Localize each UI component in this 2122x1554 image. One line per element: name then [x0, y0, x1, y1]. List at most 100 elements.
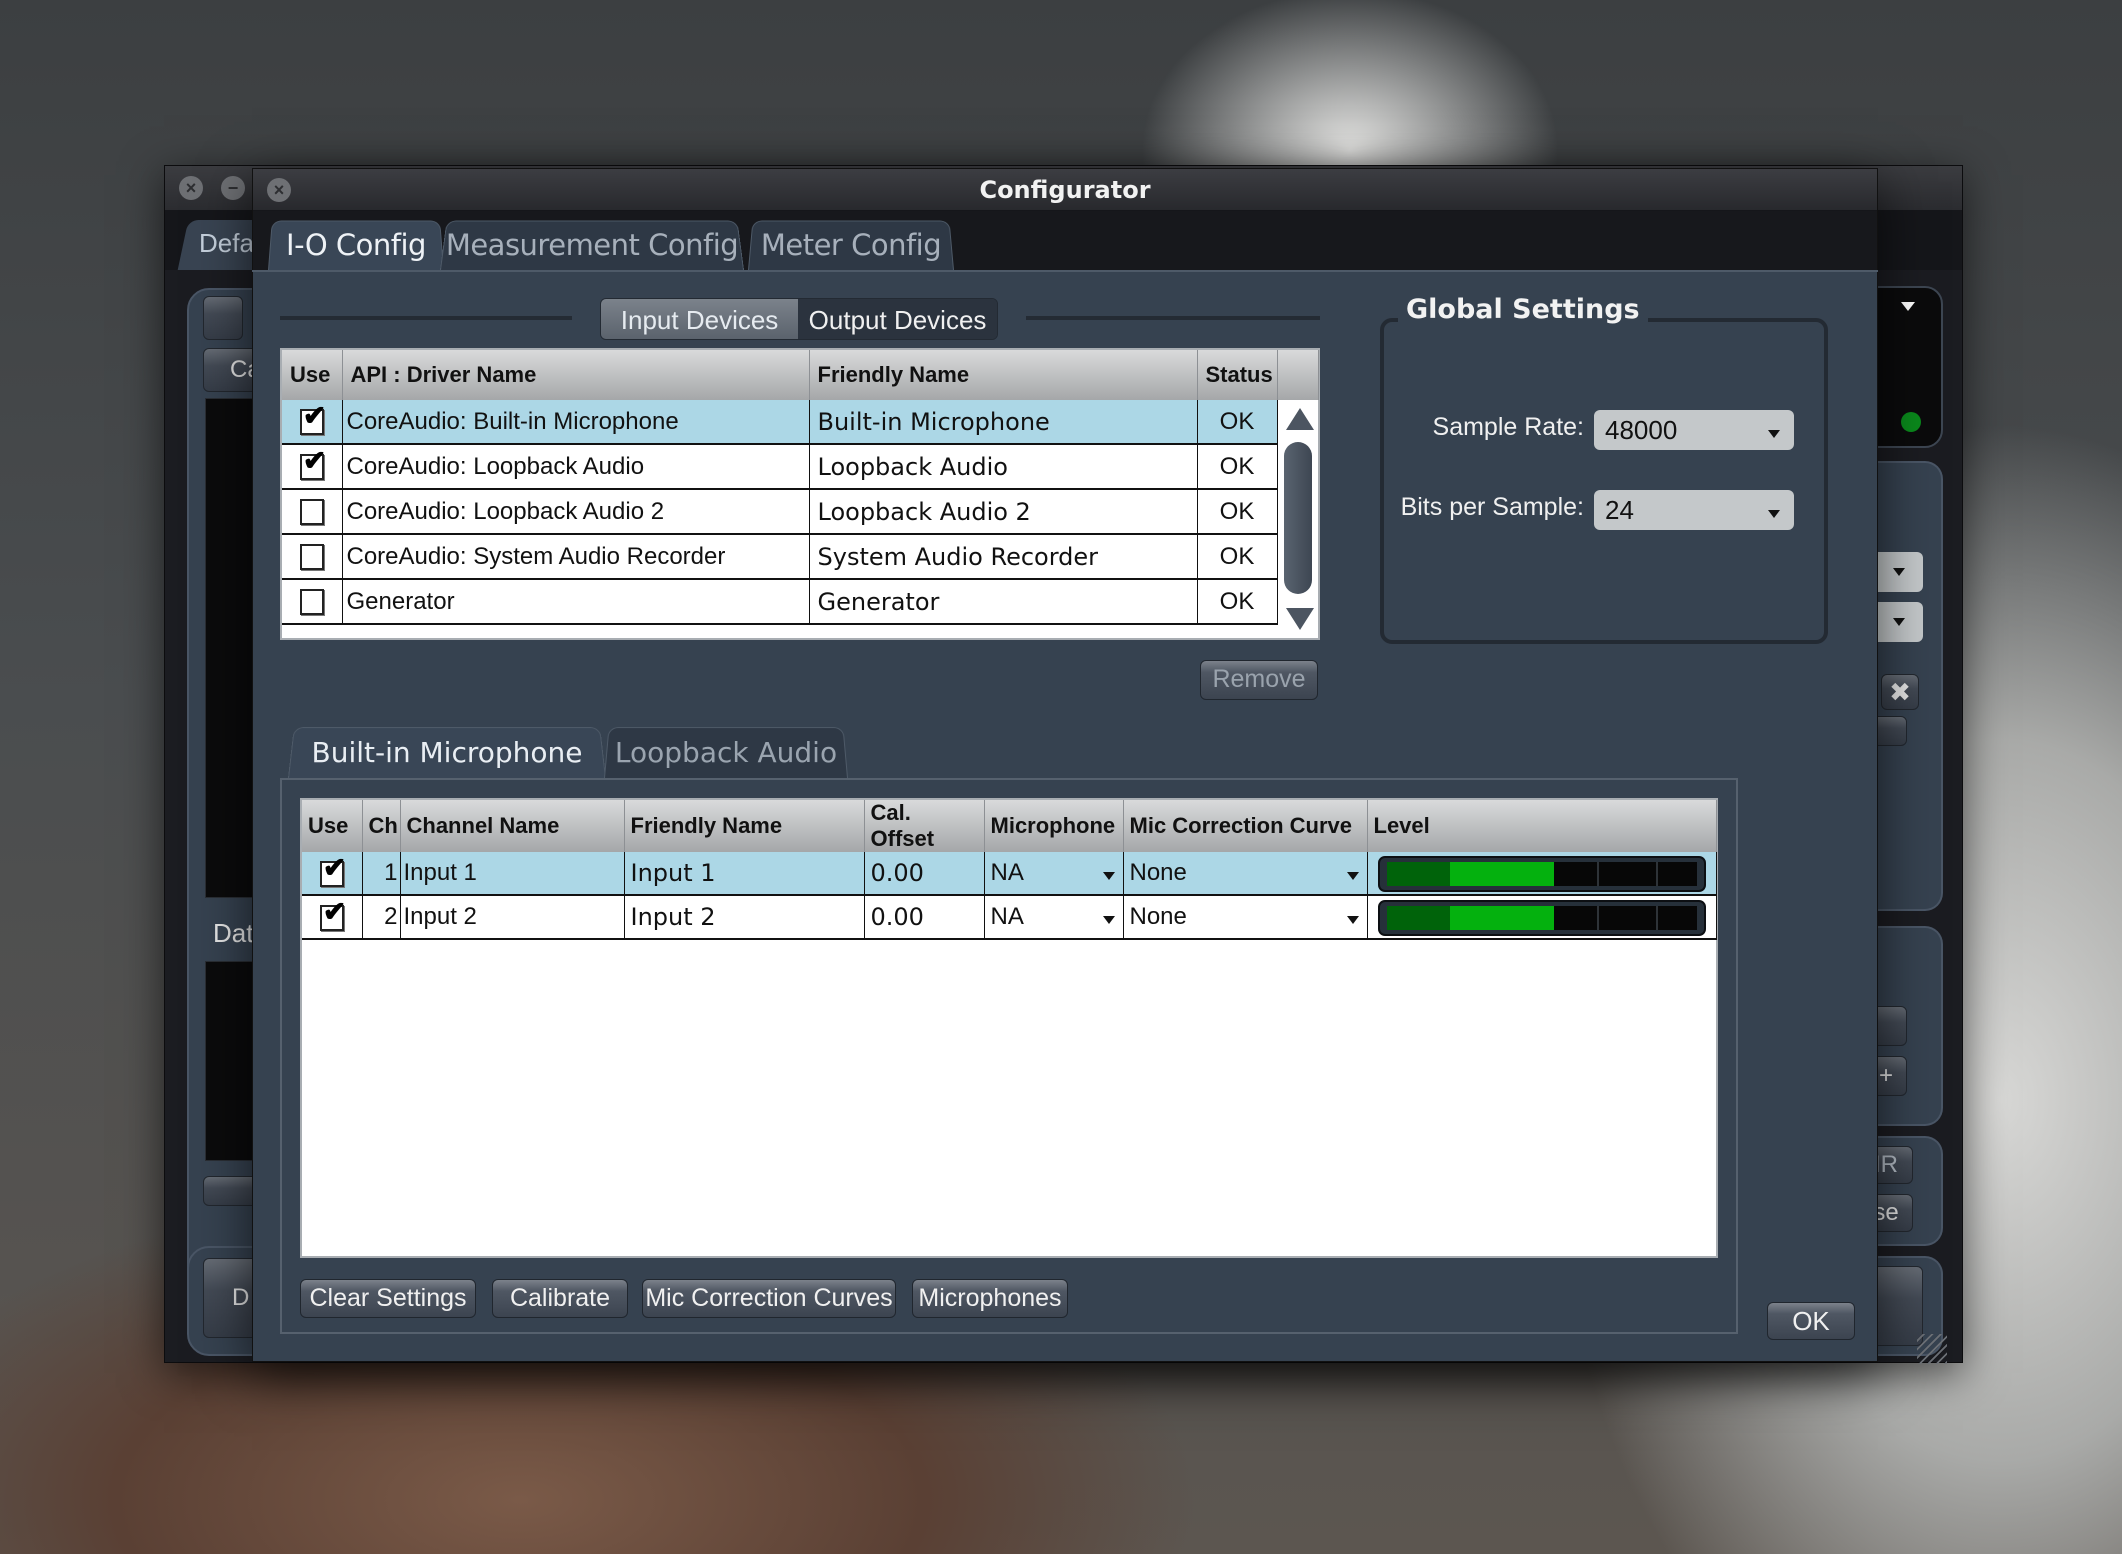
status-cell: OK [1197, 534, 1278, 580]
minimize-icon[interactable]: − [221, 176, 245, 200]
window-title: Configurator [979, 176, 1151, 204]
tab-label: I-O Config [286, 228, 426, 262]
calibrate-button[interactable]: Calibrate [492, 1279, 628, 1318]
tab-label: Built-in Microphone [311, 736, 583, 769]
microphones-button[interactable]: Microphones [912, 1279, 1068, 1318]
background-button[interactable] [203, 296, 243, 340]
tab-loopback-audio[interactable]: Loopback Audio [604, 725, 848, 778]
tools-icon[interactable]: ✖ [1881, 674, 1919, 710]
friendly-name-cell[interactable]: Input 2 [624, 895, 865, 940]
status-indicator-icon [1901, 412, 1921, 432]
tab-label: Meter Config [760, 228, 942, 262]
output-devices-button[interactable]: Output Devices [798, 299, 997, 339]
tab-built-in-microphone[interactable]: Built-in Microphone [288, 725, 606, 778]
tab-label: Measurement Config [445, 228, 739, 262]
column-header-microphone[interactable]: Microphone [984, 800, 1124, 852]
column-header-use[interactable]: Use [302, 800, 363, 852]
use-cell [282, 489, 343, 535]
use-checkbox[interactable]: ✔ [299, 401, 326, 436]
device-row[interactable]: ✔ CoreAudio: Loopback Audio Loopback Aud… [282, 444, 1318, 490]
level-meter [1377, 900, 1706, 936]
use-cell [282, 579, 343, 625]
level-cell [1367, 852, 1717, 896]
column-header-use[interactable]: Use [282, 350, 343, 400]
column-header-driver[interactable]: API : Driver Name [342, 350, 810, 400]
divider [280, 316, 572, 320]
cal-offset-cell[interactable]: 0.00 [864, 895, 985, 940]
column-header-spacer [1277, 350, 1319, 400]
cal-offset-cell[interactable]: 0.00 [864, 852, 985, 896]
level-meter-fill [1450, 906, 1554, 930]
tab-io-config[interactable]: I-O Config [268, 218, 444, 270]
status-cell: OK [1197, 489, 1278, 535]
use-checkbox[interactable]: ✔ [299, 446, 326, 481]
column-header-channel-name[interactable]: Channel Name [400, 800, 625, 852]
dropdown-arrow-icon[interactable] [1901, 302, 1915, 311]
scroll-down-icon[interactable] [1286, 608, 1314, 630]
column-header-cal-offset[interactable]: Cal. Offset [864, 800, 985, 852]
chevron-down-icon [1768, 510, 1780, 518]
bits-per-sample-dropdown[interactable]: 24 [1594, 490, 1794, 530]
driver-name-cell: CoreAudio: Loopback Audio 2 [342, 489, 810, 535]
chevron-down-icon [1768, 430, 1780, 438]
sample-rate-dropdown[interactable]: 48000 [1594, 410, 1794, 450]
friendly-name-cell[interactable]: Loopback Audio 2 [809, 489, 1198, 535]
close-icon[interactable]: × [179, 176, 203, 200]
tab-measurement-config[interactable]: Measurement Config [440, 218, 744, 270]
column-header-status[interactable]: Status [1197, 350, 1278, 400]
ok-button[interactable]: OK [1767, 1302, 1855, 1340]
sample-rate-value: 48000 [1605, 415, 1678, 445]
microphone-dropdown[interactable]: NA [984, 895, 1124, 940]
channel-row[interactable]: ✔ 2 Input 2 Input 2 0.00 NA None [302, 895, 1717, 940]
column-header-level[interactable]: Level [1367, 800, 1717, 852]
scroll-up-icon[interactable] [1286, 408, 1314, 430]
column-header-mic-correction-curve[interactable]: Mic Correction Curve [1123, 800, 1368, 852]
resize-grip-icon[interactable] [1917, 1334, 1947, 1364]
device-row[interactable]: Generator Generator OK [282, 579, 1318, 625]
channel-name-cell: Input 2 [400, 895, 625, 940]
use-checkbox[interactable] [299, 499, 324, 526]
friendly-name-cell[interactable]: Loopback Audio [809, 444, 1198, 490]
channel-panel-border [280, 778, 282, 1334]
remove-button[interactable]: Remove [1200, 660, 1318, 700]
chevron-down-icon [1346, 916, 1359, 924]
microphone-value: NA [990, 859, 1024, 886]
status-cell: OK [1197, 400, 1278, 445]
clear-settings-button[interactable]: Clear Settings [300, 1279, 476, 1318]
close-icon[interactable]: × [267, 178, 291, 202]
mic-correction-curve-dropdown[interactable]: None [1123, 895, 1368, 940]
curve-value: None [1129, 903, 1187, 930]
microphone-value: NA [990, 903, 1024, 930]
device-table: Use API : Driver Name Friendly Name Stat… [280, 348, 1320, 640]
input-devices-button[interactable]: Input Devices [601, 299, 799, 339]
scroll-thumb[interactable] [1284, 442, 1312, 594]
mic-correction-curve-dropdown[interactable]: None [1123, 852, 1368, 896]
use-checkbox[interactable] [299, 544, 324, 571]
use-cell: ✔ [282, 400, 343, 445]
driver-name-cell: Generator [342, 579, 810, 625]
use-checkbox[interactable] [299, 589, 324, 616]
curve-value: None [1129, 859, 1187, 886]
friendly-name-cell[interactable]: Input 1 [624, 852, 865, 896]
checkmark-icon: ✔ [322, 895, 347, 927]
channel-table: Use Ch Channel Name Friendly Name Cal. O… [300, 798, 1718, 1258]
device-row[interactable]: CoreAudio: Loopback Audio 2 Loopback Aud… [282, 489, 1318, 535]
channel-row[interactable]: ✔ 1 Input 1 Input 1 0.00 NA None [302, 852, 1717, 896]
friendly-name-cell[interactable]: Generator [809, 579, 1198, 625]
device-table-scrollbar[interactable] [1280, 400, 1318, 638]
use-checkbox[interactable]: ✔ [319, 896, 346, 931]
chevron-down-icon [1102, 916, 1115, 924]
microphone-dropdown[interactable]: NA [984, 852, 1124, 896]
friendly-name-cell[interactable]: System Audio Recorder [809, 534, 1198, 580]
column-header-friendly-name[interactable]: Friendly Name [624, 800, 865, 852]
channel-name-cell: Input 1 [400, 852, 625, 896]
mic-correction-curves-button[interactable]: Mic Correction Curves [642, 1279, 896, 1318]
device-row[interactable]: ✔ CoreAudio: Built-in Microphone Built-i… [282, 400, 1318, 445]
column-header-ch[interactable]: Ch [362, 800, 401, 852]
bits-per-sample-label: Bits per Sample: [1400, 493, 1584, 521]
friendly-name-cell[interactable]: Built-in Microphone [809, 400, 1198, 445]
use-checkbox[interactable]: ✔ [319, 852, 346, 887]
device-row[interactable]: CoreAudio: System Audio Recorder System … [282, 534, 1318, 580]
column-header-friendly-name[interactable]: Friendly Name [809, 350, 1198, 400]
tab-meter-config[interactable]: Meter Config [748, 218, 954, 270]
